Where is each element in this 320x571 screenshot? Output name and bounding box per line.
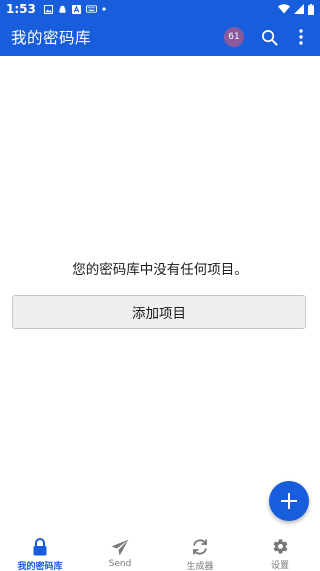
gear-icon: [271, 538, 289, 555]
more-vert-icon: [299, 29, 303, 45]
app-bar-actions: 61: [224, 18, 320, 56]
empty-vault-message: 您的密码库中没有任何项目。: [72, 262, 248, 278]
snapchat-icon: [58, 5, 67, 14]
nav-label-send: Send: [108, 559, 132, 569]
signal-icon: [294, 4, 304, 14]
add-fab-button[interactable]: [269, 481, 309, 521]
more-options-button[interactable]: [290, 26, 312, 48]
plus-icon: [280, 492, 298, 510]
nav-label-vault: 我的密码库: [17, 562, 63, 571]
nav-item-vault[interactable]: 我的密码库: [0, 531, 80, 571]
refresh-icon: [191, 538, 209, 556]
account-avatar[interactable]: 61: [224, 27, 244, 47]
app-bar: 我的密码库 61: [0, 18, 320, 56]
a-icon: [71, 4, 81, 14]
status-time: 1:53: [6, 2, 36, 16]
add-item-button[interactable]: 添加项目: [12, 295, 306, 329]
nav-item-generator[interactable]: 生成器: [160, 531, 240, 571]
image-icon: [43, 4, 53, 14]
nav-label-settings: 设置: [270, 561, 289, 571]
keyboard-icon: [85, 5, 97, 14]
bottom-nav: 我的密码库 Send 生成器 设置: [0, 531, 320, 571]
send-icon: [111, 538, 129, 556]
search-icon: [261, 29, 278, 46]
nav-item-send[interactable]: Send: [80, 531, 160, 571]
status-right: [278, 3, 314, 15]
nav-label-generator: 生成器: [186, 562, 214, 571]
wifi-icon: [278, 4, 290, 14]
page-title: 我的密码库: [11, 29, 92, 47]
battery-icon: [308, 3, 314, 15]
status-left: 1:53: [6, 2, 107, 16]
status-bar: 1:53: [0, 0, 320, 18]
search-button[interactable]: [258, 26, 280, 48]
dot-icon: [102, 5, 107, 14]
lock-icon: [31, 538, 49, 556]
vault-screen: 1:53 我的密码库 61 您的密码库中没有任何项目。 添加项目 我的密码库 S…: [0, 0, 320, 571]
nav-item-settings[interactable]: 设置: [240, 531, 320, 571]
